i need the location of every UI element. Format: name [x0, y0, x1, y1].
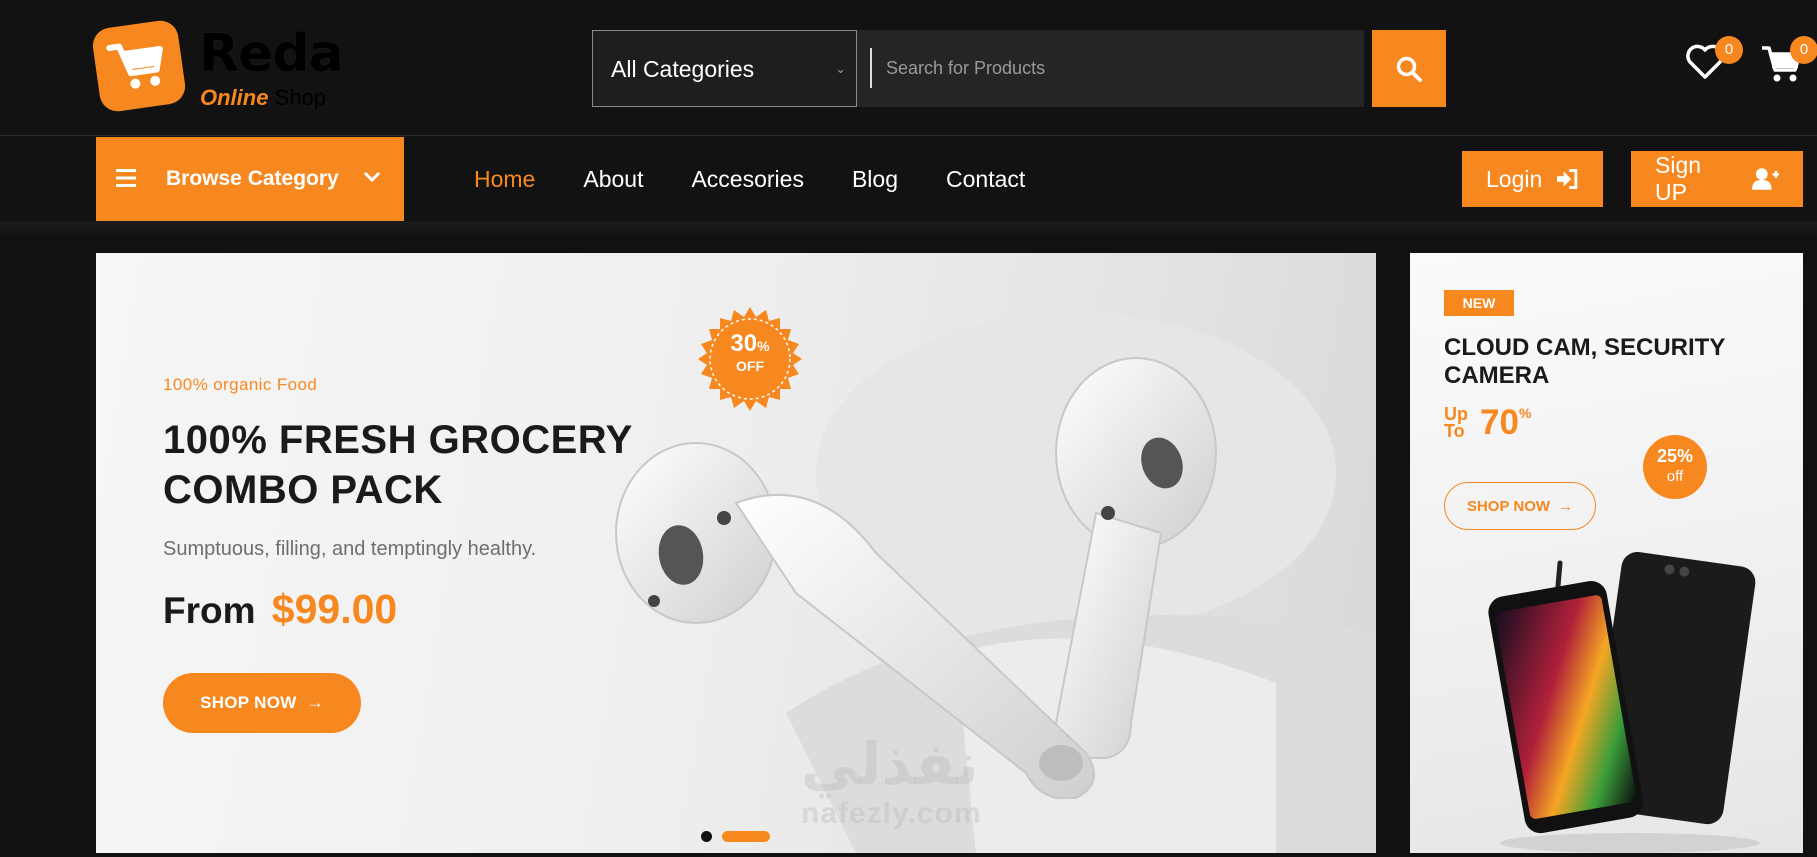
logo-tag-shop: Shop: [274, 85, 326, 110]
browse-category-button[interactable]: Browse Category: [96, 137, 404, 221]
watermark-latin: nafezly.com: [801, 797, 982, 830]
slider-dot-2-active[interactable]: [722, 831, 770, 842]
promo-banner[interactable]: NEW CLOUD CAM, SECURITY CAMERA Up To 70%…: [1410, 253, 1803, 853]
burst-value: 30: [730, 330, 758, 357]
signup-label: Sign UP: [1655, 152, 1702, 205]
text-caret: [870, 48, 872, 88]
hero-subtitle: Sumptuous, filling, and temptingly healt…: [163, 538, 537, 560]
site-logo[interactable]: Reda Online Shop: [90, 18, 356, 114]
nav-item-contact[interactable]: Contact: [946, 166, 1025, 193]
arrow-right-icon: →: [306, 693, 324, 712]
hamburger-icon: [116, 169, 136, 187]
site-header: Reda Online Shop All Categories ⌄ Search…: [0, 0, 1817, 136]
burst-unit: %: [757, 338, 770, 354]
search-placeholder: Search for Products: [886, 58, 1046, 78]
burst-off: OFF: [736, 358, 764, 374]
wishlist-button[interactable]: 0: [1685, 36, 1743, 88]
promo-upto: Up To: [1444, 405, 1468, 441]
user-plus-icon: [1751, 168, 1779, 190]
search-button[interactable]: [1372, 30, 1446, 107]
hero-shop-now-button[interactable]: SHOP NOW →: [163, 673, 361, 733]
arrow-right-icon: →: [1558, 497, 1574, 515]
slider-pagination: [701, 831, 770, 842]
price-prefix: From: [163, 590, 256, 631]
price-amount: $99.00: [271, 586, 398, 632]
nav-item-home[interactable]: Home: [474, 166, 535, 193]
promo-discount-value: 25%: [1656, 446, 1694, 466]
logo-name: Reda: [199, 24, 344, 84]
login-button[interactable]: Login: [1462, 151, 1603, 207]
logo-cart-badge: [90, 18, 188, 114]
nav-menu: Home About Accesories Blog Contact: [474, 166, 1025, 193]
new-badge: NEW: [1444, 290, 1514, 316]
promo-upto-line2: To: [1444, 421, 1465, 441]
promo-discount-off: off: [1666, 468, 1684, 485]
burst-text: 30% OFF: [698, 330, 802, 376]
hero-title: 100% FRESH GROCERY COMBO PACK: [163, 418, 633, 512]
login-label: Login: [1486, 165, 1543, 192]
search-bar: All Categories ⌄ Search for Products: [592, 30, 1446, 107]
sign-in-icon: [1557, 169, 1578, 189]
main-nav: Browse Category Home About Accesories Bl…: [0, 136, 1817, 221]
nav-item-blog[interactable]: Blog: [852, 166, 898, 193]
chevron-down-icon: [363, 171, 381, 183]
chevron-down-icon: ⌄: [835, 61, 846, 76]
promo-percent: 70%: [1480, 403, 1531, 443]
slider-dot-1[interactable]: [701, 831, 712, 842]
nav-item-accesories[interactable]: Accesories: [691, 166, 803, 193]
shopping-cart-icon: [106, 43, 163, 89]
hero-price: From $99.00: [163, 586, 397, 633]
promo-percent-sign: %: [1518, 405, 1532, 421]
watermark: نفذلي nafezly.com: [801, 733, 982, 831]
discount-burst-badge: 30% OFF: [698, 307, 802, 411]
browse-category-label: Browse Category: [166, 167, 339, 190]
nav-shadow: [0, 221, 1817, 239]
cart-button[interactable]: 0: [1760, 36, 1817, 88]
cart-count-badge: 0: [1790, 36, 1817, 64]
promo-percent-value: 70: [1480, 403, 1519, 442]
watermark-arabic: نفذلي: [801, 732, 979, 797]
category-select-value: All Categories: [611, 56, 755, 82]
hero-tagline: 100% organic Food: [163, 375, 318, 394]
signup-button[interactable]: Sign UP: [1631, 151, 1803, 207]
nav-item-about[interactable]: About: [583, 166, 643, 193]
logo-tag-online: Online: [200, 85, 269, 110]
promo-shop-now-label: SHOP NOW: [1466, 497, 1551, 515]
logo-tagline: Online Shop: [200, 86, 326, 110]
hero-slider[interactable]: 30% OFF 100% organic Food 100% FRESH GRO…: [96, 253, 1376, 853]
promo-discount-badge: 25% off: [1643, 435, 1707, 499]
search-icon: [1396, 56, 1422, 82]
promo-shop-now-button[interactable]: SHOP NOW →: [1444, 482, 1596, 530]
category-select[interactable]: All Categories ⌄: [592, 30, 857, 107]
promo-title: CLOUD CAM, SECURITY CAMERA: [1444, 334, 1725, 389]
hero-shop-now-label: SHOP NOW: [200, 693, 297, 712]
wishlist-count-badge: 0: [1715, 36, 1743, 64]
